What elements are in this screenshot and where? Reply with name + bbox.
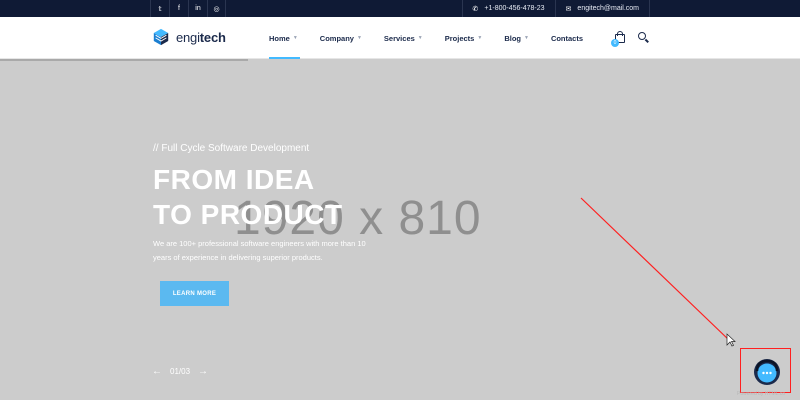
hero-description: We are 100+ professional software engine…	[153, 239, 366, 262]
logo-text: engitech	[176, 29, 226, 45]
linkedin-icon[interactable]: in	[188, 0, 207, 17]
chevron-down-icon: ▼	[292, 35, 298, 41]
instagram-icon[interactable]: ◎	[207, 0, 226, 17]
phone-icon: ✆	[472, 5, 479, 13]
twitter-icon[interactable]: 𝕥	[150, 0, 169, 17]
chevron-down-icon: ▼	[523, 35, 529, 41]
nav-contacts[interactable]: Contacts	[551, 17, 583, 59]
cart-button[interactable]: 0	[611, 31, 626, 47]
logo[interactable]: engitech	[152, 28, 226, 46]
hero-headline-line-1: FROM IDEA	[153, 164, 315, 195]
chat-support-icon[interactable]	[753, 358, 781, 386]
hero-headline: FROM IDEA TO PRODUCT	[153, 162, 343, 232]
email-address: engitech@mail.com	[577, 5, 639, 12]
nav-blog[interactable]: Blog ▼	[504, 17, 529, 59]
nav-company[interactable]: Company ▼	[320, 17, 362, 59]
site-header: engitech Home ▼ Company ▼ Services ▼ Projec…	[0, 17, 800, 59]
powered-by-label: Powered by HTML.co	[737, 391, 786, 397]
email-link[interactable]: ✉ engitech@mail.com	[554, 0, 650, 17]
logo-cube-icon	[153, 28, 169, 46]
hero-headline-line-2: TO PRODUCT	[153, 199, 343, 230]
chevron-down-icon: ▼	[417, 35, 423, 41]
facebook-icon[interactable]: f	[169, 0, 188, 17]
mail-icon: ✉	[565, 5, 572, 13]
learn-more-button[interactable]: LEARN MORE	[160, 281, 229, 306]
slider-progress-bar	[0, 59, 248, 61]
chevron-down-icon: ▼	[356, 35, 362, 41]
contact-info: ✆ +1-800-456-478-23 ✉ engitech@mail.com	[461, 0, 650, 17]
hero-subtitle: // Full Cycle Software Development	[153, 143, 310, 154]
nav-home[interactable]: Home ▼	[269, 17, 300, 59]
nav-services[interactable]: Services ▼	[384, 17, 423, 59]
search-button[interactable]	[638, 32, 650, 44]
page: 𝕥 f in ◎ ✆ +1-800-456-478-23 ✉ engitech@…	[0, 0, 800, 405]
phone-link[interactable]: ✆ +1-800-456-478-23	[461, 0, 555, 17]
chevron-down-icon: ▼	[477, 35, 483, 41]
slide-counter: 01/03	[170, 367, 191, 376]
top-bar: 𝕥 f in ◎ ✆ +1-800-456-478-23 ✉ engitech@…	[0, 0, 800, 17]
arrow-left-icon[interactable]: ←	[152, 366, 162, 377]
arrow-right-icon[interactable]: →	[198, 366, 208, 377]
main-nav: Home ▼ Company ▼ Services ▼ Projects ▼ Blog ▼…	[269, 17, 605, 59]
social-links: 𝕥 f in ◎	[150, 0, 226, 17]
nav-projects[interactable]: Projects ▼	[445, 17, 483, 59]
cart-count-badge: 0	[611, 39, 619, 47]
phone-number: +1-800-456-478-23	[484, 5, 545, 12]
slider-controls: ← 01/03 →	[152, 366, 208, 377]
